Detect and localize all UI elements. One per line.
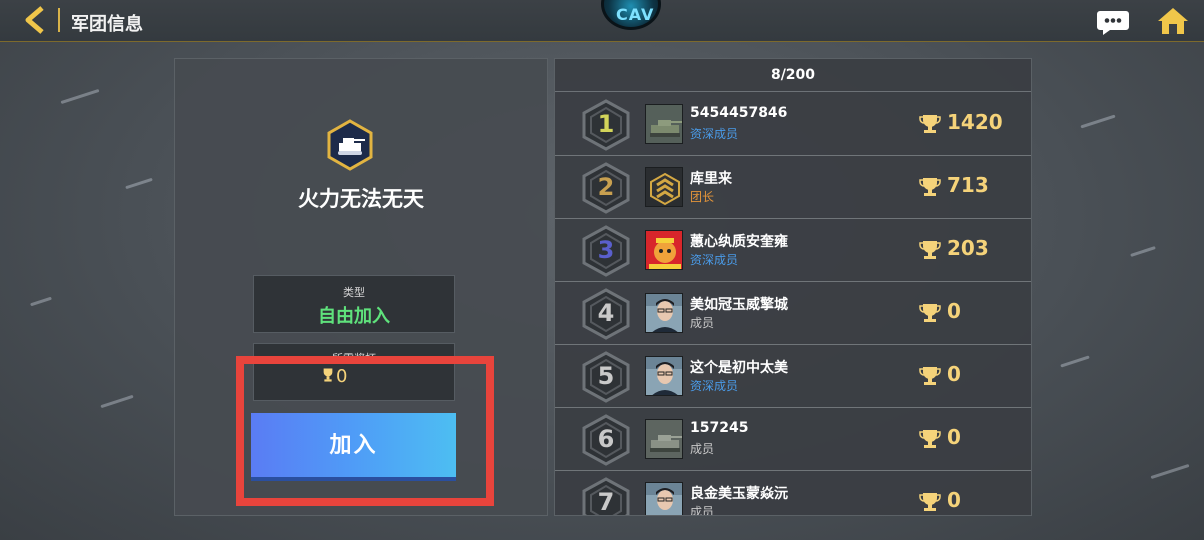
member-name: 157245: [690, 420, 749, 436]
member-row[interactable]: 7 良金美玉蒙焱沅成员 0: [555, 471, 1031, 516]
rank-number: 3: [597, 236, 615, 264]
chat-button[interactable]: [1096, 8, 1130, 36]
clan-type-box: 类型 自由加入: [253, 275, 455, 333]
member-avatar[interactable]: [645, 356, 683, 396]
member-row[interactable]: 5 这个是初中太美 资深成员 0: [555, 345, 1031, 408]
clan-type-value: 自由加入: [318, 306, 390, 327]
member-trophy-score: 713: [947, 173, 989, 197]
member-avatar[interactable]: [645, 104, 683, 144]
member-role: 资深成员: [690, 379, 739, 393]
member-trophy-score: 0: [947, 488, 961, 512]
game-logo: CAV: [601, 0, 661, 30]
home-button[interactable]: [1156, 6, 1190, 36]
rank-badge: 5: [581, 351, 631, 403]
member-name: 良金美玉蒙焱沅: [690, 486, 788, 502]
member-name: 美如冠玉威擎城: [690, 297, 788, 313]
trophy-icon: [919, 304, 941, 322]
member-avatar[interactable]: [645, 482, 683, 515]
member-row[interactable]: 3 蕙心纨质安奎雍 资深成员 203: [555, 219, 1031, 282]
member-role: 成员: [690, 442, 715, 456]
clan-name: 火力无法无天: [298, 187, 424, 211]
trophy-icon: [919, 115, 941, 133]
member-name: 库里来: [690, 171, 732, 187]
member-row[interactable]: 6 157245 成员 0: [555, 408, 1031, 471]
member-avatar[interactable]: [645, 293, 683, 333]
rank-number: 1: [597, 110, 615, 138]
clan-type-label: 类型: [343, 286, 365, 299]
member-trophy-score: 0: [947, 362, 961, 386]
rank-badge: 4: [581, 288, 631, 340]
rank-number: 5: [597, 362, 615, 390]
trophy-icon: [919, 367, 941, 385]
tank-emblem-icon: [327, 119, 373, 171]
member-name: 这个是初中太美: [690, 360, 788, 376]
game-logo-text: CAV: [616, 5, 655, 24]
member-role: 成员: [690, 505, 715, 516]
member-avatar[interactable]: [645, 230, 683, 270]
back-button[interactable]: [20, 4, 54, 36]
member-list-panel: 8/200 1 5454457846 资深成员 1420 2 库里来 团长 713 3 蕙心纨质安…: [554, 58, 1032, 516]
member-name: 蕙心纨质安奎雍: [690, 234, 788, 250]
title-divider: [58, 8, 60, 32]
rank-number: 6: [597, 425, 615, 453]
member-count: 8/200: [555, 59, 1031, 92]
member-trophy-score: 0: [947, 299, 961, 323]
member-avatar[interactable]: [645, 167, 683, 207]
member-role: 团长: [690, 190, 715, 204]
member-role: 成员: [690, 316, 715, 330]
member-name: 5454457846: [690, 105, 788, 121]
rank-number: 2: [597, 173, 615, 201]
trophy-icon: [919, 178, 941, 196]
member-trophy-score: 203: [947, 236, 989, 260]
chat-bubble-icon: [1097, 11, 1129, 35]
rank-number: 4: [597, 299, 615, 327]
member-role: 资深成员: [690, 253, 739, 267]
member-row[interactable]: 1 5454457846 资深成员 1420: [555, 93, 1031, 156]
rank-badge: 3: [581, 225, 631, 277]
member-trophy-score: 0: [947, 425, 961, 449]
highlight-annotation: [236, 356, 494, 506]
member-row[interactable]: 2 库里来团长 713: [555, 156, 1031, 219]
rank-badge: 7: [581, 477, 631, 516]
rank-badge: 1: [581, 99, 631, 151]
member-row[interactable]: 4 美如冠玉威擎城 成员 0: [555, 282, 1031, 345]
rank-number: 7: [597, 488, 615, 516]
page-title: 军团信息: [71, 14, 143, 35]
rank-badge: 6: [581, 414, 631, 466]
trophy-icon: [919, 493, 941, 511]
top-bar: 军团信息 CAV: [0, 0, 1204, 42]
member-role: 资深成员: [690, 127, 739, 141]
member-trophy-score: 1420: [947, 110, 1003, 134]
rank-badge: 2: [581, 162, 631, 214]
trophy-icon: [919, 241, 941, 259]
member-avatar[interactable]: [645, 419, 683, 459]
trophy-icon: [919, 430, 941, 448]
home-icon: [1158, 8, 1188, 34]
back-arrow-icon: [25, 6, 44, 34]
